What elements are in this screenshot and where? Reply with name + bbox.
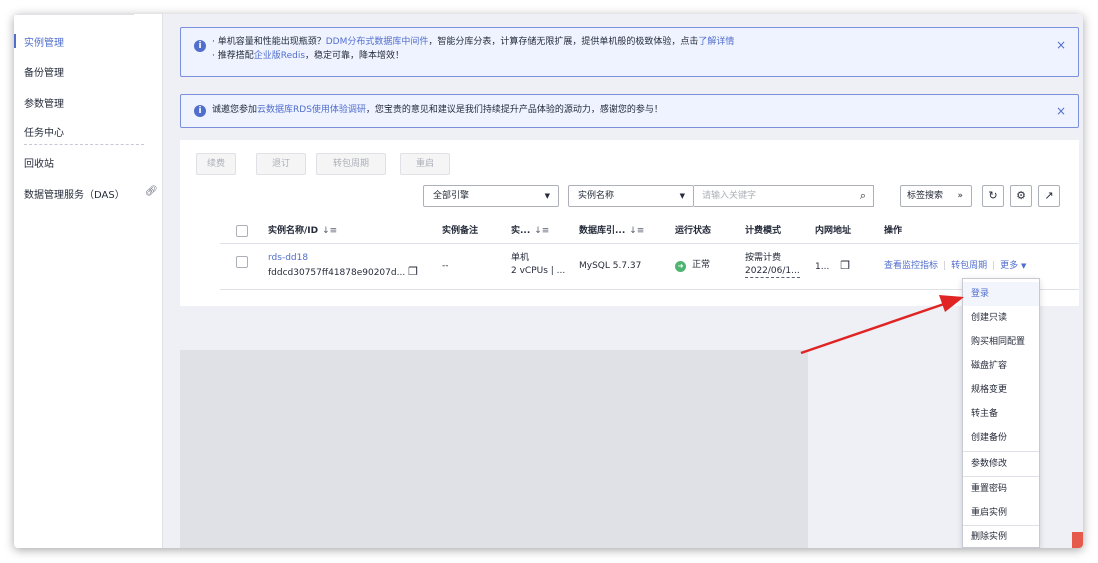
annotation-arrow-icon — [800, 295, 964, 355]
console-window: 实例管理 备份管理 参数管理 任务中心 回收站 数据管理服务（DAS） 🔗︎ i… — [14, 14, 1083, 548]
